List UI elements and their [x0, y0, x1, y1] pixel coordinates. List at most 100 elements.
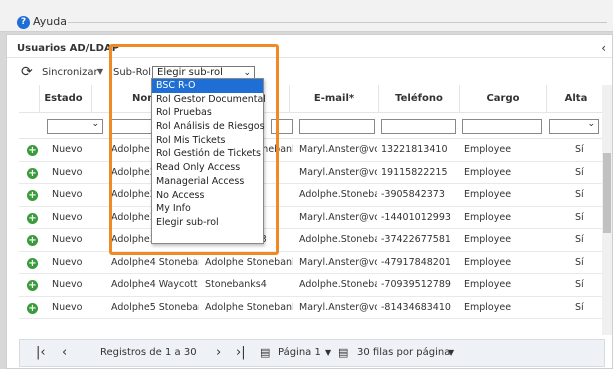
telefono-filter-input[interactable] [381, 119, 456, 134]
records-label: Registros de 1 a 30 [100, 347, 197, 358]
cell-estado: Nuevo [52, 279, 83, 290]
table-row[interactable]: + Nuevo Adolphe3 Maryl.Anster@vcl -14401… [19, 207, 605, 229]
dropdown-option[interactable]: BSC R-O [152, 79, 263, 93]
cell-telefono: -3905842373 [381, 189, 445, 200]
cell-nombre: Adolphe4 Waycott [111, 279, 198, 290]
usuario-filter-input[interactable] [271, 119, 293, 134]
cell-alta: Sí [575, 144, 584, 155]
table-row[interactable]: + Nuevo Adolphe2 Adolphe.Stoneba -390584… [19, 184, 605, 207]
chevron-down-icon: ⌄ [587, 119, 595, 129]
dropdown-option[interactable]: Rol Análisis de Riesgos [152, 120, 265, 134]
cell-estado: Nuevo [52, 256, 83, 268]
column-header-estado[interactable]: Estado [39, 85, 87, 113]
page-select[interactable]: Página 1 [278, 340, 321, 366]
sync-button[interactable]: Sincronizar [42, 67, 98, 78]
cell-telefono: -70939512789 [381, 279, 451, 290]
add-icon[interactable]: + [27, 280, 38, 291]
cell-email: Adolphe.Stoneba [299, 189, 377, 200]
dropdown-option[interactable]: Rol Mis Tickets [152, 134, 263, 148]
add-icon[interactable]: + [27, 167, 38, 179]
last-page-icon[interactable]: ›| [236, 340, 246, 366]
cell-telefono: -14401012993 [381, 211, 451, 223]
add-icon[interactable]: + [27, 212, 38, 224]
cell-usuario: Adolphe Stonebanks [205, 301, 293, 313]
alta-filter-select[interactable]: ⌄ [549, 119, 599, 134]
cell-telefono: -81434683410 [381, 301, 451, 313]
divider [68, 22, 607, 23]
prev-page-icon[interactable]: ‹ [62, 340, 67, 366]
cell-telefono: -47917848201 [381, 256, 451, 268]
dropdown-option[interactable]: Read Only Access [152, 161, 263, 175]
users-table: Estado Nomb E-mail* Teléfono Cargo Alta … [19, 85, 605, 335]
users-panel: Usuarios AD/LDAP ‹ ⟳ Sincronizar ▼ Sub-R… [6, 34, 613, 369]
chevron-down-icon[interactable]: ▼ [97, 67, 103, 76]
cell-estado: Nuevo [52, 166, 83, 178]
dropdown-option[interactable]: No Access [152, 189, 263, 203]
chevron-down-icon[interactable]: ▼ [325, 340, 331, 366]
cell-estado: Nuevo [52, 301, 83, 313]
estado-filter-select[interactable]: ⌄ [47, 119, 103, 134]
table-row[interactable]: + Nuevo Adolphe5 Stoneban Adolphe Stoneb… [19, 297, 605, 319]
rows-per-page-select[interactable]: 30 filas por página [357, 340, 450, 366]
first-page-icon[interactable]: |‹ [36, 340, 46, 366]
help-icon[interactable]: ? [17, 16, 30, 29]
cell-cargo: Employee [464, 234, 512, 245]
cell-cargo: Employee [464, 301, 512, 313]
cell-email: Adolphe.Stoneba [299, 279, 377, 290]
cell-alta: Sí [575, 166, 584, 178]
table-row[interactable]: + Nuevo Adolphe1 Stoneban Adolphe Stoneb… [19, 139, 605, 162]
cell-estado: Nuevo [52, 189, 83, 200]
subrol-value: Elegir sub-rol [157, 67, 223, 78]
add-icon[interactable]: + [27, 145, 38, 156]
subrol-label: Sub-Rol: [113, 67, 155, 78]
column-header-alta[interactable]: Alta [546, 85, 605, 113]
cell-estado: Nuevo [52, 144, 83, 155]
cell-cargo: Employee [464, 256, 512, 268]
cell-alta: Sí [575, 211, 584, 223]
cell-telefono: 19115822215 [381, 166, 448, 178]
cell-telefono: 13221813410 [381, 144, 448, 155]
dropdown-option[interactable]: Rol Pruebas [152, 106, 263, 120]
help-label[interactable]: Ayuda [33, 15, 67, 28]
column-header-cargo[interactable]: Cargo [459, 85, 546, 113]
vertical-scrollbar[interactable] [602, 85, 612, 335]
table-header: Estado Nomb E-mail* Teléfono Cargo Alta [19, 85, 605, 113]
filter-row: ⌄ ⌄ [19, 113, 605, 139]
subrol-dropdown: BSC R-O Rol Gestor Documental Rol Prueba… [151, 78, 266, 244]
cell-estado: Nuevo [52, 211, 83, 223]
column-header-email[interactable]: E-mail* [289, 85, 378, 113]
cell-telefono: -37422677581 [381, 234, 451, 245]
cell-email: Maryl.Anster@vcl [299, 144, 377, 155]
cell-email: Adolphe.Stoneba [299, 234, 377, 245]
add-icon[interactable]: + [27, 257, 38, 269]
table-row[interactable]: + Nuevo Adolphe2 Maryl.Anster@vcl 191158… [19, 162, 605, 184]
cell-email: Maryl.Anster@vcl [299, 256, 377, 268]
dropdown-option[interactable]: Elegir sub-rol [152, 216, 263, 230]
rows-list-icon: ▤ [338, 346, 349, 359]
cell-nombre: Adolphe5 Stoneban [111, 301, 199, 313]
sync-icon[interactable]: ⟳ [21, 64, 33, 80]
cell-alta: Sí [575, 279, 584, 290]
scrollbar-thumb[interactable] [603, 153, 611, 233]
table-row[interactable]: + Nuevo Adolphe3 Waycott Stonebanks3 Ado… [19, 229, 605, 252]
cell-nombre: Adolphe4 Stoneban [111, 256, 199, 268]
cargo-filter-input[interactable] [462, 119, 542, 134]
email-filter-input[interactable] [299, 119, 375, 134]
panel-title: Usuarios AD/LDAP [17, 43, 120, 54]
add-icon[interactable]: + [27, 235, 38, 246]
page-list-icon: ▤ [260, 346, 271, 359]
next-page-icon[interactable]: › [216, 340, 221, 366]
dropdown-option[interactable]: Rol Gestión de Tickets [152, 147, 263, 161]
cell-cargo: Employee [464, 211, 512, 223]
dropdown-option[interactable]: Rol Gestor Documental [152, 93, 266, 107]
add-icon[interactable]: + [27, 190, 38, 201]
chevron-left-icon[interactable]: ‹ [601, 41, 606, 55]
dropdown-option[interactable]: Managerial Access [152, 175, 263, 189]
column-header-telefono[interactable]: Teléfono [378, 85, 459, 113]
cell-usuario: Adolphe Stonebanks [205, 256, 293, 268]
chevron-down-icon[interactable]: ▼ [448, 340, 454, 366]
add-icon[interactable]: + [27, 302, 38, 314]
table-row[interactable]: + Nuevo Adolphe4 Waycott Stonebanks4 Ado… [19, 274, 605, 297]
dropdown-option[interactable]: My Info [152, 202, 263, 216]
table-row[interactable]: + Nuevo Adolphe4 Stoneban Adolphe Stoneb… [19, 252, 605, 274]
